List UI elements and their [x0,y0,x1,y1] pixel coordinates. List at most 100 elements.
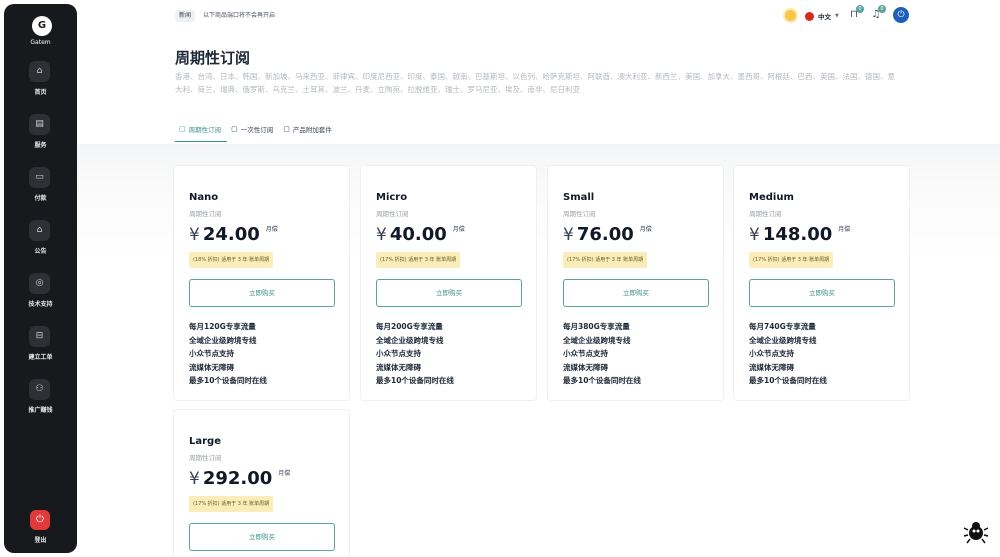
language-label: 中文 [818,13,831,21]
plan-name: Medium [749,192,794,203]
price-row: ¥ 148.00 月偿 [749,224,850,245]
price-unit: 月偿 [278,470,291,477]
plan-subtitle: 周期性订阅 [749,210,782,218]
feature-item: 每月740G专享流量 [749,322,816,331]
tab-periodic[interactable]: ▢ 周期性订阅 [175,116,228,142]
discount-badge: (17% 折扣) 适用于 3 年 账单周期 [376,252,461,268]
card-icon: ▭ [29,167,50,188]
plan-name: Micro [376,192,408,203]
power-icon: ⏻ [36,514,44,525]
feature-item: 小众节点支持 [189,349,234,358]
plan-name: Small [563,192,595,203]
sidebar-item-payment[interactable]: ▭ 付款 [4,167,77,211]
regions-list: 香港、台湾、日本、韩国、新加坡、马来西亚、菲律宾、印度尼西亚、印度、泰国、越南、… [175,72,895,94]
feature-item: 小众节点支持 [563,349,608,358]
feature-item: 全域企业级跨境专线 [749,335,817,345]
feature-item: 全域企业级跨境专线 [189,335,257,345]
bell-icon[interactable]: ♫ 0 [869,5,886,22]
user-add-icon: ⚇ [29,379,50,400]
bell-badge: 0 [878,5,886,13]
shop-icon: ▤ [29,114,50,135]
cart-icon[interactable]: ⊓ 0 [847,5,864,22]
plan-subtitle: 周期性订阅 [376,210,409,218]
feature-item: 最多10个设备同时在线 [189,376,267,385]
feature-item: 流媒体无障碍 [376,362,421,372]
sidebar-item-label: 公告 [34,248,47,255]
plan-subtitle: 周期性订阅 [189,454,222,462]
page-title: 周期性订阅 [175,49,251,67]
calendar-icon: ▢ [179,124,186,133]
bug-report-icon[interactable] [962,518,990,546]
feature-list: 每月380G专享流量 全域企业级跨境专线 小众节点支持 流媒体无障碍 最多10个… [563,320,641,388]
sidebar-item-label: 付款 [34,195,47,202]
sidebar-item-announcements[interactable]: ⌂ 公告 [4,220,77,264]
calendar-icon: ▢ [283,125,290,133]
logout-button[interactable]: ⏻ [30,510,50,530]
feature-item: 流媒体无障碍 [749,362,794,372]
power-icon[interactable]: ⏻ [893,7,909,23]
plan-card-small: Small 周期性订阅 ¥ 76.00 月偿 (17% 折扣) 适用于 3 年 … [547,165,724,401]
buy-button[interactable]: 立即购买 [189,523,335,551]
discount-badge: (17% 折扣) 适用于 3 年 账单周期 [563,252,648,268]
china-flag-icon [805,11,814,21]
plan-card-medium: Medium 周期性订阅 ¥ 148.00 月偿 (17% 折扣) 适用于 3 … [733,165,910,401]
plan-name: Large [189,436,221,447]
plan-name: Nano [189,192,219,203]
sidebar-item-home[interactable]: ⌂ 首页 [4,61,77,105]
feature-item: 最多10个设备同时在线 [563,376,641,385]
sidebar-item-ticket[interactable]: ⊟ 建立工单 [4,326,77,370]
app-logo[interactable]: G [32,16,52,36]
price-unit: 月偿 [452,226,465,233]
sidebar: G Gatem ⌂ 首页 ▤ 服务 ▭ 付款 ⌂ 公告 ◎ 技术支持 ⊟ 建立工… [4,4,77,553]
tab-addons[interactable]: ▢ 产品附加套件 [279,116,338,142]
feature-item: 小众节点支持 [749,349,794,358]
sidebar-item-referral[interactable]: ⚇ 推广赚钱 [4,379,77,423]
chevron-down-icon: ▼ [835,13,839,19]
sidebar-item-label: 推广赚钱 [28,407,53,414]
price-row: ¥ 76.00 月偿 [563,224,652,245]
price-row: ¥ 292.00 月偿 [189,468,290,489]
notice-text[interactable]: 以下商品端口将不会再开启 [203,10,275,22]
feature-item: 全域企业级跨境专线 [376,335,444,345]
plan-card-micro: Micro 周期性订阅 ¥ 40.00 月偿 (17% 折扣) 适用于 3 年 … [360,165,537,401]
feature-item: 流媒体无障碍 [563,362,608,372]
feature-list: 每月740G专享流量 全域企业级跨境专线 小众节点支持 流媒体无障碍 最多10个… [749,320,827,388]
cart-badge: 0 [856,5,864,13]
currency-symbol: ¥ [189,469,200,489]
plan-price: 76.00 [576,224,634,245]
buy-button[interactable]: 立即购买 [563,279,709,307]
feature-list: 每月120G专享流量 全域企业级跨境专线 小众节点支持 流媒体无障碍 最多10个… [189,320,267,388]
price-unit: 月偿 [639,226,652,233]
plan-card-large: Large 周期性订阅 ¥ 292.00 月偿 (17% 折扣) 适用于 3 年… [173,409,350,557]
theme-toggle-sun-icon[interactable] [785,10,796,21]
tab-one-time[interactable]: ▢ 一次性订阅 [227,116,279,142]
language-selector[interactable]: 中文 ▼ [805,8,839,24]
tab-label: 一次性订阅 [240,126,274,134]
currency-symbol: ¥ [563,225,574,245]
currency-symbol: ¥ [376,225,387,245]
discount-badge: (17% 折扣) 适用于 3 年 账单周期 [749,252,834,268]
buy-button[interactable]: 立即购买 [376,279,522,307]
page-header: 周期性订阅 香港、台湾、日本、韩国、新加坡、马来西亚、菲律宾、印度尼西亚、印度、… [77,34,1000,144]
app-name: Gatem [30,39,51,46]
sidebar-item-support[interactable]: ◎ 技术支持 [4,273,77,317]
top-bar: 新闻 以下商品端口将不会再开启 中文 ▼ ⊓ 0 ♫ 0 ⏻ [77,0,1000,34]
buy-button[interactable]: 立即购买 [189,279,335,307]
tab-label: 周期性订阅 [188,125,222,134]
plan-subtitle: 周期性订阅 [189,210,222,218]
buy-button[interactable]: 立即购买 [749,279,895,307]
plan-price: 292.00 [202,468,273,489]
sidebar-item-services[interactable]: ▤ 服务 [4,114,77,158]
feature-item: 每月200G专享流量 [376,322,443,331]
feature-item: 最多10个设备同时在线 [749,376,827,385]
price-unit: 月偿 [838,226,851,233]
plan-price: 24.00 [202,224,260,245]
feature-item: 流媒体无障碍 [189,362,234,372]
notice-tag: 新闻 [175,10,196,22]
globe-icon: ◎ [29,273,50,294]
discount-badge: (18% 折扣) 适用于 3 年 账单周期 [189,252,274,268]
feature-list: 每月200G专享流量 全域企业级跨境专线 小众节点支持 流媒体无障碍 最多10个… [376,320,454,388]
plans-area: Nano 周期性订阅 ¥ 24.00 月偿 (18% 折扣) 适用于 3 年 账… [77,144,1000,557]
plan-subtitle: 周期性订阅 [563,210,596,218]
ticket-icon: ⊟ [29,326,50,347]
